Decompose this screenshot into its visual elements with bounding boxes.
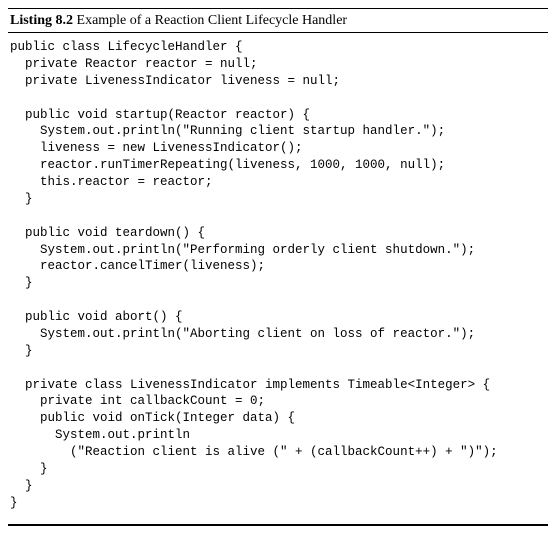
code-block: public class LifecycleHandler { private … [8, 33, 548, 525]
listing-caption: Example of a Reaction Client Lifecycle H… [77, 13, 348, 28]
listing-label: Listing 8.2 [10, 13, 73, 28]
listing-container: Listing 8.2 Example of a Reaction Client… [8, 8, 548, 526]
listing-header: Listing 8.2 Example of a Reaction Client… [8, 9, 548, 33]
